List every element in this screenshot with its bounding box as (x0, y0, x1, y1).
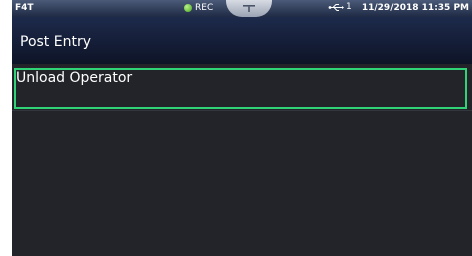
device-screen: F4T REC 1 11/29/2018 11:35 PM Post Entry (12, 0, 472, 256)
divider (12, 110, 472, 111)
usb-status: 1 (328, 2, 352, 12)
datetime: 11/29/2018 11:35 PM (361, 3, 469, 13)
pulldown-handle-icon (243, 5, 255, 12)
list-item-label: Unload Operator (16, 70, 133, 86)
page-title: Post Entry (20, 34, 91, 50)
list-item-unload-operator[interactable]: Unload Operator (14, 68, 467, 109)
header: Post Entry (12, 17, 472, 64)
rec-label: REC (195, 3, 214, 13)
status-bar: F4T REC 1 11/29/2018 11:35 PM (12, 0, 472, 17)
device-name: F4T (15, 3, 34, 13)
rec-indicator: REC (184, 3, 213, 13)
record-dot-icon (184, 4, 192, 12)
usb-count: 1 (346, 2, 352, 12)
menu-pulldown-tab[interactable] (226, 0, 272, 17)
usb-icon (328, 3, 344, 11)
